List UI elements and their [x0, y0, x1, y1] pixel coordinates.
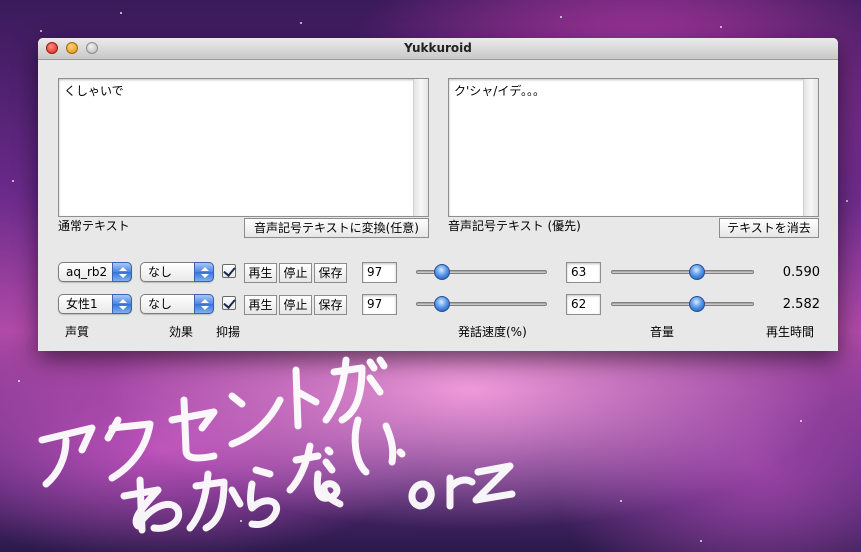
- handwritten-overlay: [38, 356, 516, 534]
